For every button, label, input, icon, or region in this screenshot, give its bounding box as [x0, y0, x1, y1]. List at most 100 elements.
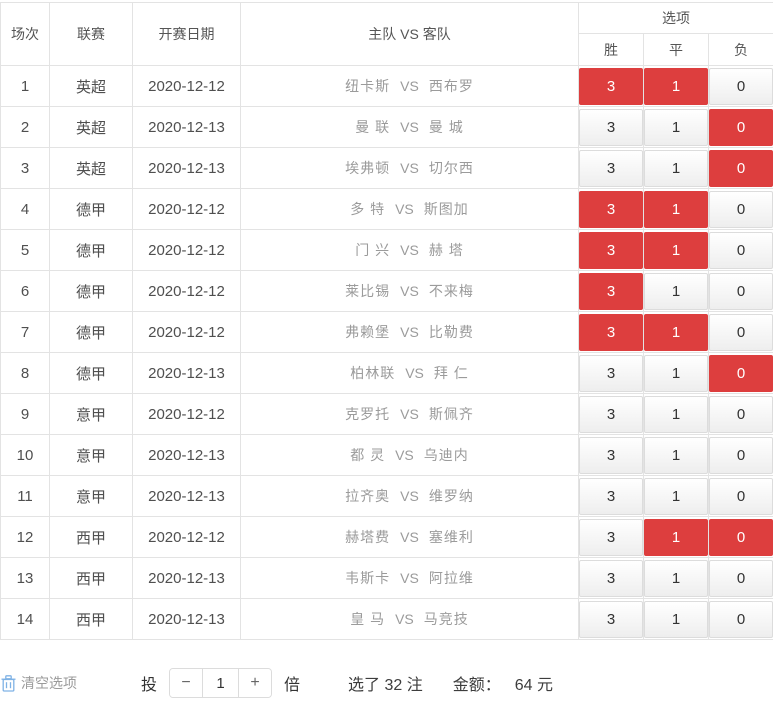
odds-lose-button[interactable]: 0	[709, 191, 773, 228]
odds-win-button[interactable]: 3	[579, 478, 643, 515]
bet-summary: 选了 32 注 金额： 64 元	[348, 671, 553, 695]
vs-label: VS	[400, 160, 419, 176]
draw-option-cell: 1	[644, 230, 709, 271]
bets-count-label: 选了 32 注	[348, 671, 423, 695]
teams-cell: 曼 联VS曼 城	[241, 107, 579, 148]
lose-option-cell: 0	[709, 599, 773, 640]
odds-draw-button[interactable]: 1	[644, 437, 708, 474]
odds-lose-button[interactable]: 0	[709, 355, 773, 392]
away-team-label: 拜 仁	[434, 365, 469, 381]
date-cell: 2020-12-13	[133, 107, 241, 148]
odds-win-button[interactable]: 3	[579, 68, 643, 105]
odds-draw-button[interactable]: 1	[644, 314, 708, 351]
odds-win-button[interactable]: 3	[579, 191, 643, 228]
col-header-teams: 主队 VS 客队	[241, 3, 579, 66]
teams-cell: 柏林联 VS 拜 仁	[241, 353, 579, 394]
stake-decrease-button[interactable]: −	[170, 669, 202, 697]
match-no-cell: 12	[1, 517, 50, 558]
away-team-label: 维罗纳	[429, 488, 474, 504]
odds-lose-button[interactable]: 0	[709, 109, 773, 146]
odds-lose-button[interactable]: 0	[709, 314, 773, 351]
odds-draw-button[interactable]: 1	[644, 355, 708, 392]
home-team-label: 曼 联	[355, 119, 390, 135]
odds-lose-button[interactable]: 0	[709, 150, 773, 187]
match-no-cell: 4	[1, 189, 50, 230]
lose-option-cell: 0	[709, 517, 773, 558]
away-team-label: 比勒费	[429, 324, 474, 340]
amount-label: 金额：	[453, 671, 501, 695]
odds-draw-button[interactable]: 1	[644, 232, 708, 269]
win-option-cell: 3	[579, 353, 644, 394]
match-row: 1 英超 2020-12-12 纽卡斯VS西布罗 3 1 0	[1, 66, 773, 107]
odds-win-button[interactable]: 3	[579, 273, 643, 310]
vs-label: VS	[405, 365, 424, 381]
date-cell: 2020-12-12	[133, 312, 241, 353]
odds-draw-button[interactable]: 1	[644, 109, 708, 146]
stake-prefix-label: 投	[141, 671, 157, 695]
vs-label: VS	[395, 611, 414, 627]
bet-footer: 清空选项 投 − + 倍 选了 32 注 金额： 64 元	[0, 666, 773, 700]
draw-option-cell: 1	[644, 517, 709, 558]
teams-cell: 皇 马VS马竞技	[241, 599, 579, 640]
amount-value: 64 元	[515, 671, 553, 695]
odds-draw-button[interactable]: 1	[644, 273, 708, 310]
stake-increase-button[interactable]: +	[239, 669, 271, 697]
odds-win-button[interactable]: 3	[579, 396, 643, 433]
odds-draw-button[interactable]: 1	[644, 68, 708, 105]
vs-label: VS	[400, 488, 419, 504]
odds-lose-button[interactable]: 0	[709, 396, 773, 433]
stake-value-input[interactable]	[202, 669, 239, 697]
odds-lose-button[interactable]: 0	[709, 437, 773, 474]
home-team-label: 弗赖堡	[345, 324, 390, 340]
league-cell: 英超	[50, 66, 133, 107]
date-cell: 2020-12-12	[133, 394, 241, 435]
odds-draw-button[interactable]: 1	[644, 519, 708, 556]
col-header-match-no: 场次	[1, 3, 50, 66]
match-no-cell: 7	[1, 312, 50, 353]
odds-win-button[interactable]: 3	[579, 519, 643, 556]
odds-lose-button[interactable]: 0	[709, 560, 773, 597]
home-team-label: 柏林联	[350, 365, 395, 381]
win-option-cell: 3	[579, 476, 644, 517]
lose-option-cell: 0	[709, 107, 773, 148]
odds-draw-button[interactable]: 1	[644, 191, 708, 228]
date-cell: 2020-12-13	[133, 435, 241, 476]
odds-draw-button[interactable]: 1	[644, 150, 708, 187]
odds-draw-button[interactable]: 1	[644, 601, 708, 638]
odds-win-button[interactable]: 3	[579, 437, 643, 474]
teams-cell: 韦斯卡VS阿拉维	[241, 558, 579, 599]
league-cell: 意甲	[50, 476, 133, 517]
odds-lose-button[interactable]: 0	[709, 601, 773, 638]
league-cell: 西甲	[50, 558, 133, 599]
odds-win-button[interactable]: 3	[579, 601, 643, 638]
odds-lose-button[interactable]: 0	[709, 273, 773, 310]
lose-option-cell: 0	[709, 394, 773, 435]
match-row: 5 德甲 2020-12-12 门 兴VS赫 塔 3 1 0	[1, 230, 773, 271]
odds-draw-button[interactable]: 1	[644, 478, 708, 515]
odds-lose-button[interactable]: 0	[709, 68, 773, 105]
teams-cell: 多 特VS斯图加	[241, 189, 579, 230]
odds-win-button[interactable]: 3	[579, 355, 643, 392]
odds-win-button[interactable]: 3	[579, 109, 643, 146]
odds-draw-button[interactable]: 1	[644, 396, 708, 433]
date-cell: 2020-12-12	[133, 517, 241, 558]
odds-lose-button[interactable]: 0	[709, 232, 773, 269]
vs-label: VS	[400, 119, 419, 135]
teams-cell: 纽卡斯VS西布罗	[241, 66, 579, 107]
stake-stepper: − +	[169, 668, 272, 698]
lose-option-cell: 0	[709, 476, 773, 517]
home-team-label: 莱比锡	[345, 283, 390, 299]
odds-win-button[interactable]: 3	[579, 150, 643, 187]
odds-win-button[interactable]: 3	[579, 560, 643, 597]
home-team-label: 门 兴	[355, 242, 390, 258]
col-header-date: 开赛日期	[133, 3, 241, 66]
odds-win-button[interactable]: 3	[579, 232, 643, 269]
odds-win-button[interactable]: 3	[579, 314, 643, 351]
date-cell: 2020-12-12	[133, 230, 241, 271]
match-no-cell: 2	[1, 107, 50, 148]
odds-lose-button[interactable]: 0	[709, 478, 773, 515]
clear-selections-button[interactable]: 清空选项	[1, 673, 97, 693]
odds-lose-button[interactable]: 0	[709, 519, 773, 556]
odds-draw-button[interactable]: 1	[644, 560, 708, 597]
match-row: 7 德甲 2020-12-12 弗赖堡VS比勒费 3 1 0	[1, 312, 773, 353]
